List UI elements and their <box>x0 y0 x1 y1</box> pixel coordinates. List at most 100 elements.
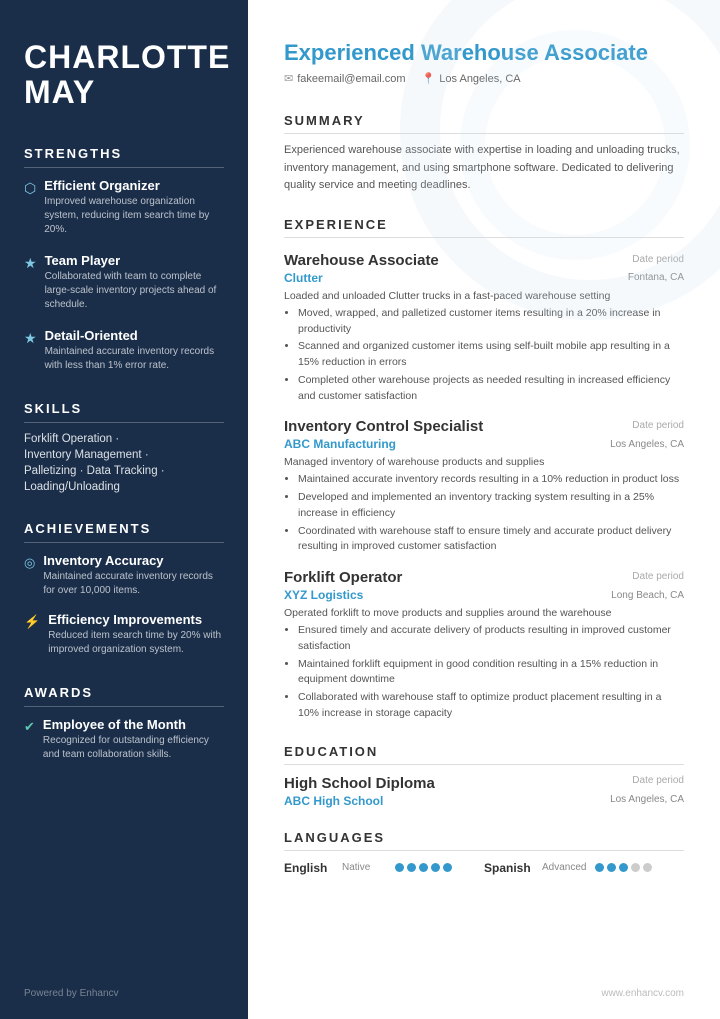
job-1-title: Warehouse Associate <box>284 252 439 269</box>
job-1-bullet-3: Completed other warehouse projects as ne… <box>298 373 684 405</box>
achievement-1: ◎ Inventory Accuracy Maintained accurate… <box>24 553 224 598</box>
lang-spanish: Spanish Advanced <box>484 861 652 875</box>
job-3-company: XYZ Logistics <box>284 588 363 602</box>
strength-title-3: Detail-Oriented <box>45 328 224 343</box>
summary-section-title: SUMMARY <box>284 113 684 134</box>
job-2-date: Date period <box>632 418 684 431</box>
job-1-date: Date period <box>632 252 684 265</box>
awards-list: ✔ Employee of the Month Recognized for o… <box>24 717 224 762</box>
job-1-bullet-2: Scanned and organized customer items usi… <box>298 339 684 371</box>
job-2-intro: Managed inventory of warehouse products … <box>284 456 684 468</box>
award-1: ✔ Employee of the Month Recognized for o… <box>24 717 224 762</box>
edu-1-degree: High School Diploma <box>284 775 435 792</box>
email-icon: ✉ <box>284 72 293 85</box>
email-value: fakeemail@email.com <box>297 73 405 85</box>
achievements-list: ◎ Inventory Accuracy Maintained accurate… <box>24 553 224 657</box>
strength-item-1: ⬡ Efficient Organizer Improved warehouse… <box>24 178 224 237</box>
job-2-bullet-1: Maintained accurate inventory records re… <box>298 472 684 488</box>
achievement-2: ⚡ Efficiency Improvements Reduced item s… <box>24 612 224 657</box>
dot-4 <box>431 863 440 872</box>
job-3-intro: Operated forklift to move products and s… <box>284 607 684 619</box>
efficiency-icon: ⚡ <box>24 614 40 630</box>
sidebar: CHARLOTTE MAY STRENGTHS ⬡ Efficient Orga… <box>0 0 248 1019</box>
main-title: Experienced Warehouse Associate <box>284 40 684 66</box>
strength-item-2: ★ Team Player Collaborated with team to … <box>24 253 224 312</box>
strengths-list: ⬡ Efficient Organizer Improved warehouse… <box>24 178 224 373</box>
contact-row: ✉ fakeemail@email.com 📍 Los Angeles, CA <box>284 72 684 85</box>
lang-spanish-name: Spanish <box>484 861 534 875</box>
job-3-bullet-1: Ensured timely and accurate delivery of … <box>298 623 684 655</box>
edu-1-date: Date period <box>632 775 684 786</box>
job-1-bullet-1: Moved, wrapped, and palletized customer … <box>298 306 684 338</box>
job-2-bullets: Maintained accurate inventory records re… <box>284 472 684 555</box>
lang-spanish-dots <box>595 863 652 872</box>
team-icon: ★ <box>24 255 37 272</box>
skill-3: Palletizing · Data Tracking · <box>24 465 224 477</box>
location-contact: 📍 Los Angeles, CA <box>422 72 521 85</box>
skills-list: Forklift Operation · Inventory Managemen… <box>24 433 224 493</box>
dot-5 <box>443 863 452 872</box>
location-value: Los Angeles, CA <box>439 73 520 85</box>
strength-item-3: ★ Detail-Oriented Maintained accurate in… <box>24 328 224 373</box>
job-1: Warehouse Associate Date period Clutter … <box>284 252 684 405</box>
job-2-location: Los Angeles, CA <box>610 439 684 450</box>
strength-desc-2: Collaborated with team to complete large… <box>45 270 224 312</box>
checkmark-icon: ✔ <box>24 719 35 735</box>
lang-english-dots <box>395 863 452 872</box>
accuracy-icon: ◎ <box>24 555 35 571</box>
job-2: Inventory Control Specialist Date period… <box>284 418 684 555</box>
education-section-title: EDUCATION <box>284 744 684 765</box>
lang-english-name: English <box>284 861 334 875</box>
job-2-bullet-3: Coordinated with warehouse staff to ensu… <box>298 524 684 556</box>
languages-row: English Native Spanish Advanced <box>284 861 684 875</box>
job-2-title: Inventory Control Specialist <box>284 418 483 435</box>
job-3-title: Forklift Operator <box>284 569 402 586</box>
edu-1-school: ABC High School <box>284 794 383 808</box>
dot-s1 <box>595 863 604 872</box>
job-3-date: Date period <box>632 569 684 582</box>
job-1-location: Fontana, CA <box>628 272 684 283</box>
email-contact: ✉ fakeemail@email.com <box>284 72 406 85</box>
dot-s5 <box>643 863 652 872</box>
location-icon: 📍 <box>422 72 436 85</box>
candidate-name: CHARLOTTE MAY <box>24 40 224 110</box>
main-footer: www.enhancv.com <box>601 988 684 999</box>
dot-s3 <box>619 863 628 872</box>
languages-section-title: LANGUAGES <box>284 830 684 851</box>
strength-desc-3: Maintained accurate inventory records wi… <box>45 345 224 373</box>
job-3-bullet-3: Collaborated with warehouse staff to opt… <box>298 690 684 722</box>
job-1-company: Clutter <box>284 271 323 285</box>
dot-s4 <box>631 863 640 872</box>
lang-english-level: Native <box>342 862 387 873</box>
job-1-bullets: Moved, wrapped, and palletized customer … <box>284 306 684 405</box>
skills-section-title: SKILLS <box>24 401 224 423</box>
edu-1: High School Diploma Date period ABC High… <box>284 775 684 808</box>
sidebar-footer: Powered by Enhancv <box>24 988 119 999</box>
organizer-icon: ⬡ <box>24 180 36 197</box>
strengths-section-title: STRENGTHS <box>24 146 224 168</box>
strength-title-2: Team Player <box>45 253 224 268</box>
summary-text: Experienced warehouse associate with exp… <box>284 142 684 195</box>
dot-3 <box>419 863 428 872</box>
skill-4: Loading/Unloading <box>24 481 224 493</box>
main-content: Experienced Warehouse Associate ✉ fakeem… <box>248 0 720 1019</box>
job-3-bullets: Ensured timely and accurate delivery of … <box>284 623 684 722</box>
awards-section-title: AWARDS <box>24 685 224 707</box>
achievements-section-title: ACHIEVEMENTS <box>24 521 224 543</box>
job-3: Forklift Operator Date period XYZ Logist… <box>284 569 684 722</box>
job-2-bullet-2: Developed and implemented an inventory t… <box>298 490 684 522</box>
edu-1-location: Los Angeles, CA <box>610 794 684 808</box>
detail-icon: ★ <box>24 330 37 347</box>
achievement-desc-2: Reduced item search time by 20% with imp… <box>48 629 224 657</box>
dot-s2 <box>607 863 616 872</box>
skill-2: Inventory Management · <box>24 449 224 461</box>
job-1-intro: Loaded and unloaded Clutter trucks in a … <box>284 290 684 302</box>
strength-title-1: Efficient Organizer <box>44 178 224 193</box>
experience-section-title: EXPERIENCE <box>284 217 684 238</box>
award-title-1: Employee of the Month <box>43 717 224 732</box>
achievement-desc-1: Maintained accurate inventory records fo… <box>43 570 224 598</box>
strength-desc-1: Improved warehouse organization system, … <box>44 195 224 237</box>
lang-spanish-level: Advanced <box>542 862 587 873</box>
lang-english: English Native <box>284 861 452 875</box>
achievement-title-2: Efficiency Improvements <box>48 612 224 627</box>
